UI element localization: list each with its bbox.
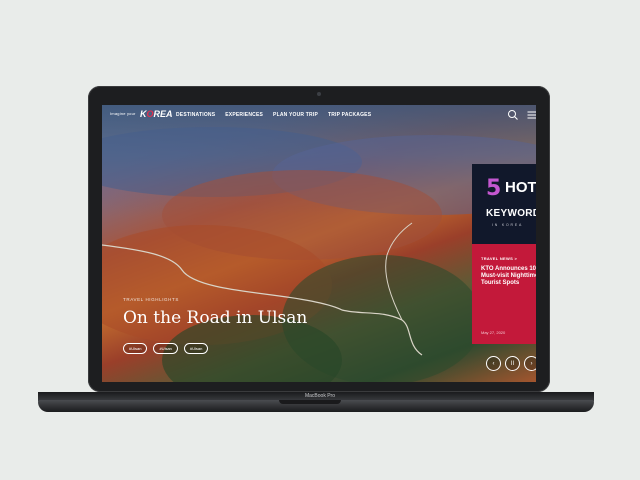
laptop-lid: Imagine your KOREA DESTINATIONS EXPERIEN… xyxy=(88,86,550,392)
hero-title[interactable]: On the Road in Ulsan xyxy=(123,308,307,328)
keywords-subtitle: IN KOREA xyxy=(492,223,524,227)
nav-plan-your-trip[interactable]: PLAN YOUR TRIP xyxy=(273,112,318,118)
hero-tags: #Ulsan #Ulsan #Ulsan xyxy=(123,343,209,354)
travel-news-label[interactable]: TRAVEL NEWS > xyxy=(481,256,517,261)
website-screen: Imagine your KOREA DESTINATIONS EXPERIEN… xyxy=(102,105,536,382)
hot-keywords-panel[interactable]: 5 HOT KEYWORDS IN KOREA TRAVEL NEWS > KT… xyxy=(472,164,536,344)
nav-links: DESTINATIONS EXPERIENCES PLAN YOUR TRIP … xyxy=(176,112,371,118)
hamburger-menu-icon[interactable] xyxy=(526,109,536,121)
travel-news-card[interactable]: TRAVEL NEWS > KTO Announces 100 Must-vis… xyxy=(472,244,536,344)
logo-o: O xyxy=(146,109,154,119)
keywords-header: 5 HOT KEYWORDS IN KOREA xyxy=(472,164,536,244)
keywords-hot: HOT xyxy=(505,179,536,196)
keywords-number: 5 xyxy=(486,176,502,201)
slider-controls: ‹ II › xyxy=(486,356,536,371)
nav-trip-packages[interactable]: TRIP PACKAGES xyxy=(328,112,371,118)
tag-chip[interactable]: #Ulsan xyxy=(123,343,148,354)
logo-rea: REA xyxy=(153,109,173,119)
laptop-lip-notch xyxy=(279,400,341,404)
nav-destinations[interactable]: DESTINATIONS xyxy=(176,112,215,118)
device-brand-label: MacBook Pro xyxy=(304,393,335,399)
hero-kicker: TRAVEL HIGHLIGHTS xyxy=(123,297,179,302)
korea-logo[interactable]: KOREA xyxy=(140,109,173,119)
next-slide-button[interactable]: › xyxy=(524,356,536,371)
tag-chip[interactable]: #Ulsan xyxy=(153,343,178,354)
winding-road xyxy=(102,222,423,356)
tag-chip[interactable]: #Ulsan xyxy=(183,343,209,354)
prev-slide-button[interactable]: ‹ xyxy=(486,356,501,371)
nav-experiences[interactable]: EXPERIENCES xyxy=(225,112,263,118)
logo-tagline: Imagine your xyxy=(110,111,136,116)
search-icon[interactable] xyxy=(507,109,519,121)
keywords-title: KEYWORDS xyxy=(486,208,536,219)
travel-news-date: May 27, 2020 xyxy=(481,330,506,335)
top-navigation: Imagine your KOREA DESTINATIONS EXPERIEN… xyxy=(102,105,536,127)
camera-icon xyxy=(317,92,321,96)
travel-news-headline[interactable]: KTO Announces 100 Must-visit Nighttime T… xyxy=(481,266,536,288)
pause-slide-button[interactable]: II xyxy=(505,356,520,371)
